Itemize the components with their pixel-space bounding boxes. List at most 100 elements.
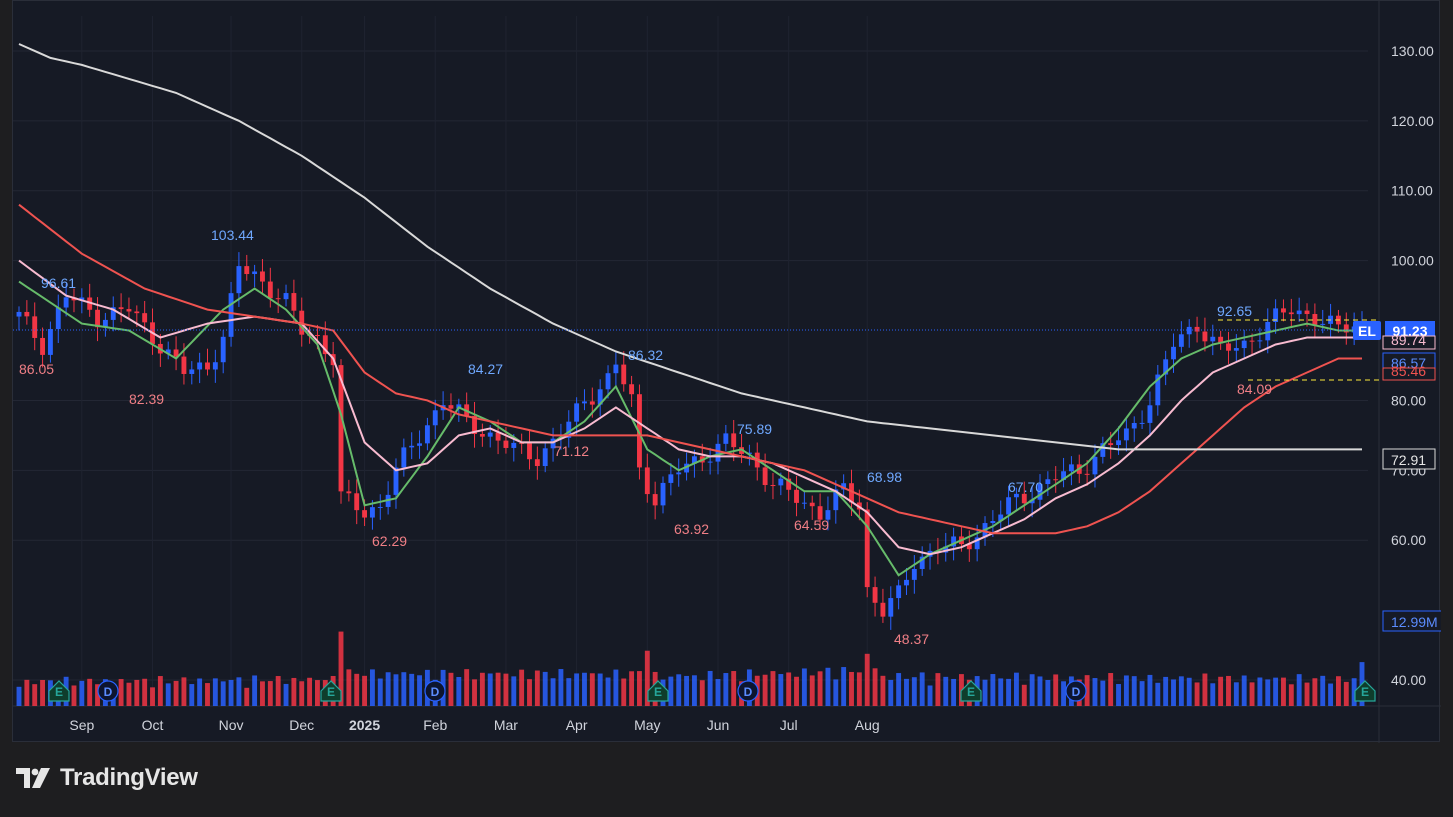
volume-bar: [134, 679, 140, 706]
volume-bar: [189, 684, 195, 706]
candle-body: [668, 474, 674, 483]
volume-bar: [362, 675, 368, 706]
volume-bar: [841, 667, 847, 706]
event-letter: E: [55, 685, 63, 699]
candle-body: [1108, 443, 1114, 446]
volume-bar: [1139, 681, 1145, 706]
dividend-marker[interactable]: D: [97, 680, 119, 702]
x-tick-label: Oct: [142, 717, 164, 733]
volume-bar: [1186, 677, 1192, 706]
candle-body: [621, 364, 627, 385]
volume-bar: [228, 679, 234, 706]
price-annotation: 84.09: [1237, 381, 1272, 397]
volume-bar: [354, 673, 360, 706]
candle-body: [1006, 497, 1012, 515]
volume-bar: [307, 677, 313, 706]
volume-bar: [252, 675, 258, 706]
volume-bar: [267, 681, 273, 706]
candle-body: [393, 467, 399, 495]
price-label: 85.46: [1391, 363, 1426, 379]
price-annotation: 82.39: [129, 391, 164, 407]
price-label: 89.74: [1391, 332, 1426, 348]
volume-bar: [1092, 678, 1098, 706]
dividend-marker[interactable]: D: [424, 680, 446, 702]
price-annotation: 103.44: [211, 227, 254, 243]
candle-body: [872, 587, 878, 603]
candle-body: [40, 337, 46, 355]
candle-body: [244, 266, 250, 275]
volume-bar: [220, 681, 226, 706]
y-tick-label: 40.00: [1391, 672, 1426, 688]
volume-bar: [1061, 681, 1066, 706]
volume-bar: [1218, 676, 1224, 706]
price-label: 12.99M: [1391, 614, 1438, 630]
volume-bar: [409, 673, 415, 706]
candle-body: [723, 433, 729, 444]
candle-body: [1226, 343, 1231, 351]
dividend-marker[interactable]: D: [737, 680, 759, 702]
volume-bar: [369, 669, 375, 706]
volume-bar: [197, 678, 203, 706]
volume-bar: [1053, 674, 1059, 706]
y-tick-label: 110.00: [1391, 183, 1433, 199]
volume-bars: [16, 631, 1365, 706]
volume-bar: [157, 676, 163, 706]
price-annotations: 86.05 96.61 82.39 103.44 62.29 84.27 71.12 86.3…: [13, 227, 1379, 647]
candle-body: [1171, 346, 1176, 360]
candle-body: [1194, 326, 1200, 332]
candle-body: [527, 443, 532, 460]
volume-bar: [927, 685, 933, 706]
volume-bar: [943, 676, 949, 706]
candle-body: [47, 329, 53, 355]
earnings-marker[interactable]: E: [1354, 680, 1376, 702]
volume-bar: [597, 673, 603, 706]
volume-bar: [283, 683, 289, 706]
price-label: 72.91: [1391, 452, 1426, 468]
chart-frame[interactable]: 86.05 96.61 82.39 103.44 62.29 84.27 71.12 86.3…: [12, 0, 1441, 743]
dividend-marker[interactable]: D: [1065, 680, 1087, 702]
price-chart[interactable]: 86.05 96.61 82.39 103.44 62.29 84.27 71.12 86.3…: [13, 1, 1441, 743]
volume-bar: [762, 674, 768, 706]
volume-bar: [786, 672, 792, 706]
volume-bar: [244, 687, 250, 706]
volume-bar: [1013, 672, 1019, 706]
volume-bar: [79, 680, 85, 706]
candle-body: [574, 403, 580, 422]
price-annotation: 75.89: [737, 421, 772, 437]
candle-body: [1233, 348, 1239, 351]
volume-bar: [275, 676, 281, 706]
volume-bar: [629, 671, 635, 706]
volume-bar: [550, 678, 556, 706]
candle-body: [605, 373, 611, 390]
candle-body: [1178, 334, 1184, 347]
candle-body: [260, 271, 265, 282]
volume-bar: [212, 678, 218, 706]
volume-bar: [1100, 680, 1106, 706]
candle-body: [236, 266, 242, 294]
moving-averages: [18, 43, 1362, 577]
volume-bar: [1273, 677, 1279, 706]
candle-body: [252, 271, 258, 275]
candle-body: [55, 307, 61, 330]
volume-bar: [1226, 675, 1231, 706]
volume-bar: [794, 676, 799, 706]
candle-body: [660, 482, 666, 506]
candle-body: [432, 410, 438, 426]
volume-bar: [1265, 679, 1271, 706]
candle-body: [205, 362, 210, 370]
volume-bar: [1147, 674, 1153, 706]
volume-bar: [856, 672, 862, 706]
volume-bar: [487, 673, 493, 706]
volume-bar: [715, 679, 721, 706]
volume-bar: [896, 673, 902, 706]
event-letter: E: [1361, 685, 1369, 699]
tradingview-logo[interactable]: TradingView: [16, 764, 198, 792]
candle-body: [629, 384, 635, 395]
volume-bar: [1131, 676, 1137, 706]
volume-bar: [24, 679, 30, 706]
volume-bar: [951, 678, 957, 706]
x-tick-label: May: [634, 717, 660, 733]
candle-body: [911, 568, 917, 580]
candle-body: [644, 467, 650, 495]
candle-body: [346, 491, 352, 494]
